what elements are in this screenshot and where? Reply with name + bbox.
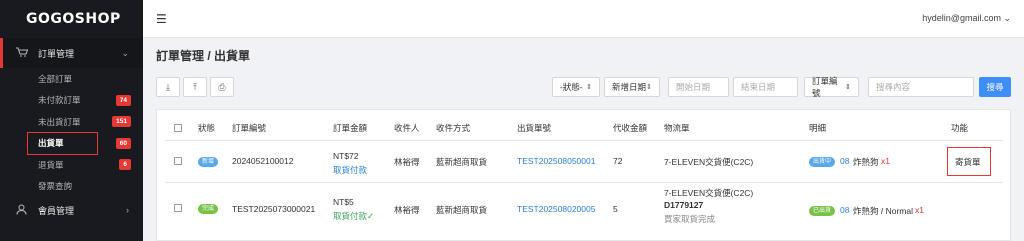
payment-status: 取貨付款 <box>333 165 368 175</box>
date-type-value: 新增日期 <box>612 82 647 92</box>
upload-icon: ⤒ <box>193 81 197 92</box>
detail-code: 08 <box>840 156 850 166</box>
status-select[interactable]: -狀態- ⇕ <box>552 77 600 97</box>
delivery-method: 藍新超商取貨 <box>436 157 488 167</box>
page-title: 訂單管理 / 出貨單 <box>156 49 251 63</box>
sidebar-item-label: 未付款訂單 <box>38 95 81 106</box>
download-icon: ⤓ <box>166 81 170 92</box>
detail-quantity: x1 <box>915 205 924 215</box>
cod-amount: 72 <box>613 156 623 166</box>
divider <box>165 182 1003 183</box>
detail-status-badge: 出貨中 <box>809 157 836 167</box>
end-date-input[interactable]: 結束日期 <box>733 77 798 97</box>
sidebar-item-returns[interactable]: 退貨單 6 <box>0 154 143 176</box>
recipient: 林裕得 <box>394 205 420 215</box>
download-button[interactable]: ⤓ <box>156 77 180 97</box>
sidebar-group-members[interactable]: 會員管理 › <box>0 197 143 223</box>
sidebar-group-label: 會員管理 <box>38 205 75 216</box>
detail-item: 炸熱狗 / Normal <box>853 206 913 216</box>
column-header: 功能 <box>951 123 969 133</box>
cod-amount: 5 <box>613 204 618 214</box>
chevron-down-icon: ⌄ <box>121 47 129 58</box>
order-number: 2024052100012 <box>232 156 294 166</box>
select-caret-icon: ⇕ <box>646 84 652 91</box>
search-button[interactable]: 搜尋 <box>979 77 1011 97</box>
top-bar: ☰ hydelin@gmail.com ⌄ <box>143 0 1024 38</box>
select-caret-icon: ⇕ <box>586 84 592 91</box>
print-button[interactable]: ⎙ <box>210 77 234 97</box>
detail-quantity: x1 <box>881 156 890 166</box>
highlight-box <box>27 131 98 155</box>
count-badge: 74 <box>115 94 131 106</box>
field-select-value: 訂單編號 <box>812 76 838 98</box>
shipping-number-link[interactable]: TEST202508020005 <box>517 204 595 214</box>
user-menu[interactable]: hydelin@gmail.com ⌄ <box>922 13 1011 24</box>
recipient: 林裕得 <box>394 157 420 167</box>
upload-button[interactable]: ⤒ <box>183 77 207 97</box>
status-select-value: -狀態- <box>560 82 583 92</box>
sidebar-item-label: 未出貨訂單 <box>38 116 81 127</box>
status-badge: 新增 <box>198 157 219 167</box>
logistics-type: 7-ELEVEN交貨便(C2C) <box>664 157 754 167</box>
delivery-method: 藍新超商取貨 <box>436 205 488 215</box>
keyword-input[interactable]: 搜尋內容 <box>868 77 974 97</box>
column-header: 收件方式 <box>436 123 471 133</box>
logistics-number: D1779127 <box>664 200 704 210</box>
row-checkbox[interactable] <box>174 204 182 212</box>
detail-code: 08 <box>840 205 850 215</box>
logistics-type: 7-ELEVEN交貨便(C2C) <box>664 188 754 198</box>
sidebar-item-all-orders[interactable]: 全部訂單 <box>0 68 143 90</box>
start-date-input[interactable]: 開始日期 <box>668 77 729 97</box>
user-icon <box>16 204 30 217</box>
sidebar-item-label: 發票查詢 <box>38 181 73 192</box>
sidebar-item-invoice-lookup[interactable]: 發票查詢 <box>0 176 143 198</box>
order-number: TEST2025073000021 <box>232 204 316 214</box>
logo: GOGOSHOP <box>26 11 121 27</box>
count-badge: 60 <box>115 137 131 149</box>
column-header: 代收金額 <box>613 123 648 133</box>
date-type-select[interactable]: 新增日期 ⇕ <box>604 77 660 97</box>
order-amount: NT$5 <box>333 197 354 207</box>
chevron-right-icon: › <box>126 205 129 215</box>
sidebar-item-unshipped-orders[interactable]: 未出貨訂單 151 <box>0 111 143 133</box>
sidebar-group-label: 訂單管理 <box>38 48 75 59</box>
highlight-box <box>947 147 991 176</box>
detail-item: 炸熱狗 <box>853 157 879 167</box>
logistics-status: 買家取貨完成 <box>664 214 716 224</box>
column-header: 出貨單號 <box>517 123 552 133</box>
column-header: 訂單金額 <box>333 123 368 133</box>
select-all-checkbox[interactable] <box>174 124 182 132</box>
select-caret-icon: ⇕ <box>845 84 851 91</box>
sidebar-item-shipping-orders[interactable]: 出貨單 60 <box>0 131 143 155</box>
row-checkbox[interactable] <box>174 157 182 165</box>
sidebar-group-orders[interactable]: 訂單管理 ⌄ <box>0 38 143 68</box>
payment-status: 取貨付款✓ <box>333 211 375 221</box>
print-icon: ⎙ <box>218 81 226 92</box>
sidebar: GOGOSHOP 訂單管理 ⌄ 全部訂單 未付款訂單 74 未出貨訂單 151 … <box>0 0 143 241</box>
column-header: 物流單 <box>664 123 690 133</box>
count-badge: 6 <box>119 159 131 171</box>
shipping-number-link[interactable]: TEST202508050001 <box>517 156 595 166</box>
orders-table <box>156 109 1011 241</box>
detail-status-badge: 已出貨 <box>809 206 836 216</box>
menu-icon[interactable]: ☰ <box>156 12 167 26</box>
field-select[interactable]: 訂單編號 ⇕ <box>804 76 859 98</box>
column-header: 明細 <box>809 123 827 133</box>
sidebar-item-label: 退貨單 <box>38 159 64 170</box>
column-header: 收件人 <box>394 123 420 133</box>
column-header: 狀態 <box>198 123 216 133</box>
divider <box>165 140 1003 141</box>
order-amount: NT$72 <box>333 151 359 161</box>
column-header: 訂單編號 <box>232 123 267 133</box>
status-badge: 完成 <box>198 204 219 214</box>
sidebar-item-unpaid-orders[interactable]: 未付款訂單 74 <box>0 90 143 112</box>
cart-icon <box>16 47 30 59</box>
sidebar-item-label: 全部訂單 <box>38 73 73 84</box>
count-badge: 151 <box>112 116 131 128</box>
